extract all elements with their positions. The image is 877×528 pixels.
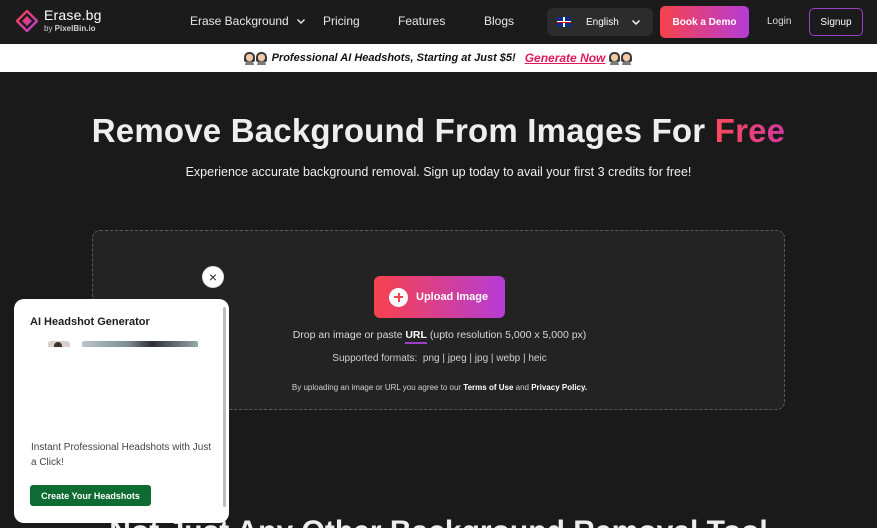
language-label: English <box>586 16 619 28</box>
top-navbar: Erase.bg by PixelBin.io Erase Background… <box>0 0 877 44</box>
nav-features[interactable]: Features <box>398 14 445 28</box>
close-popup-button[interactable]: × <box>202 266 224 288</box>
chevron-down-icon <box>296 19 305 24</box>
chevron-down-icon <box>632 20 640 25</box>
book-demo-button[interactable]: Book a Demo <box>660 6 749 38</box>
hero-subtitle: Experience accurate background removal. … <box>185 165 692 179</box>
paste-url-link[interactable]: URL <box>405 329 427 344</box>
plus-icon <box>389 287 408 307</box>
popup-description: Instant Professional Headshots with Just… <box>31 442 212 468</box>
erase-bg-logo-icon <box>16 9 38 32</box>
terms-of-use-link[interactable]: Terms of Use <box>463 383 513 392</box>
promo-banner: Professional AI Headshots, Starting at J… <box>0 44 877 72</box>
nav-pricing[interactable]: Pricing <box>323 14 360 28</box>
signup-button[interactable]: Signup <box>809 8 863 36</box>
headshot-popup: AI Headshot Generator Instant Profession… <box>14 299 229 523</box>
brand-logo[interactable]: Erase.bg by PixelBin.io <box>16 8 102 33</box>
nav-erase-background[interactable]: Erase Background <box>190 14 306 28</box>
hero-title: Remove Background From Images For Free <box>91 112 786 149</box>
uk-flag-icon <box>557 17 571 27</box>
brand-name: Erase.bg <box>44 7 102 23</box>
popup-scrollbar[interactable] <box>223 307 226 507</box>
headshot-preview-image <box>40 339 200 439</box>
privacy-policy-link[interactable]: Privacy Policy. <box>531 383 587 392</box>
create-headshots-button[interactable]: Create Your Headshots <box>30 485 151 506</box>
brand-byline: by PixelBin.io <box>44 24 96 33</box>
people-emoji-icon <box>609 51 633 65</box>
popup-title: AI Headshot Generator <box>30 316 150 328</box>
promo-text: Professional AI Headshots, Starting at J… <box>271 52 516 64</box>
nav-blogs[interactable]: Blogs <box>484 14 514 28</box>
hero-title-highlight: Free <box>714 112 786 149</box>
people-emoji-icon <box>243 51 268 65</box>
generate-now-link[interactable]: Generate Now <box>525 51 606 65</box>
login-link[interactable]: Login <box>767 16 791 27</box>
language-selector[interactable]: English <box>547 8 653 36</box>
upload-image-button[interactable]: Upload Image <box>374 276 505 318</box>
